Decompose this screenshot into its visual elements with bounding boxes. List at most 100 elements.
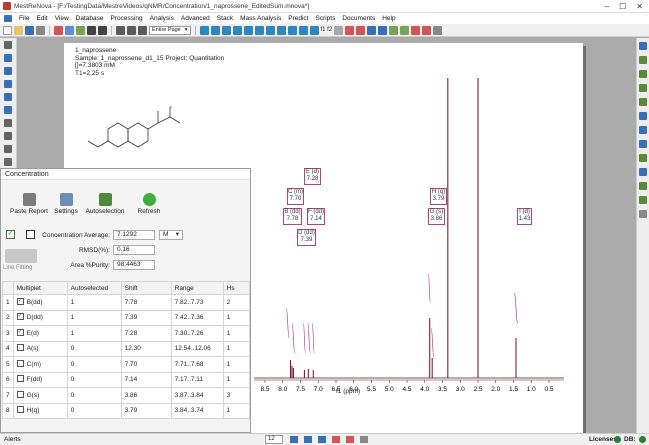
line-icon[interactable] [4,93,12,101]
peak-picking-icon[interactable] [265,25,275,35]
integral-curve[interactable] [430,327,435,359]
range-header[interactable]: Range [170,281,224,295]
menu-file[interactable]: File [19,15,29,22]
menu-analysis[interactable]: Analysis [150,15,174,22]
baseline-icon[interactable] [298,25,308,35]
menu-database[interactable]: Database [76,15,104,22]
multiplet-cell[interactable]: H(q) [12,402,68,419]
multiplet-cell[interactable]: C(m) [12,356,68,373]
multiplet-cell[interactable]: ✓ E(d) [12,325,68,342]
maximize-icon[interactable]: ☐ [619,2,626,11]
fit-icon[interactable] [199,25,209,35]
annotation-e[interactable]: E (d) 7.28 [304,168,321,185]
zoom-icon[interactable] [290,436,298,443]
assignments-icon[interactable] [639,182,647,190]
autoselection-button[interactable]: Autoselection [83,193,127,215]
horizontal-zoom-icon[interactable] [254,25,264,35]
predict-icon[interactable] [422,25,432,35]
menu-processing[interactable]: Processing [111,15,143,22]
phase-icon[interactable] [309,25,319,35]
multiplet-header[interactable]: Multiplet [12,281,68,295]
select-icon[interactable] [138,25,147,35]
multiplet-icon[interactable] [287,25,297,35]
multiplet-cell[interactable]: ✓ D(dd) [12,309,68,326]
lock-icon[interactable] [4,158,12,166]
table-row[interactable]: 4 A(s) 0 12.30 12.54..12.06 1 [2,340,251,357]
data-browser-icon[interactable] [639,140,647,148]
integral-curve[interactable] [427,272,431,304]
align-icon[interactable] [4,132,12,140]
multiplet-checkbox[interactable] [16,359,24,367]
zoom-in-icon[interactable] [116,25,125,35]
annotation-h[interactable]: H (q) 3.79 [430,188,447,205]
more-tools-icon[interactable] [360,436,368,443]
molecule-icon[interactable] [411,25,421,35]
save-icon[interactable] [25,25,34,35]
open-icon[interactable] [14,25,23,35]
highlight-icon[interactable] [346,436,354,443]
table-row[interactable]: 8 H(q) 0 3.79 3.84..3.74 1 [2,402,251,419]
multiplet-checkbox[interactable] [16,406,24,414]
assign-icon[interactable] [400,25,410,35]
integral-curve[interactable] [302,322,306,354]
report-icon[interactable] [367,25,377,35]
vertical-zoom-icon[interactable] [243,25,253,35]
text-icon[interactable] [4,54,12,62]
table-row[interactable]: 3 ✓ E(d) 1 7.28 7.30..7.26 1 [2,325,251,342]
multiplet-cell[interactable]: G(s) [12,387,68,404]
multiplet-checkbox[interactable] [16,375,24,383]
select-all-checkbox[interactable]: ✓ [6,230,15,239]
menu-advanced[interactable]: Advanced [181,15,210,22]
menu-predict[interactable]: Predict [288,15,308,22]
integral-curve[interactable] [285,307,290,339]
concentration-icon[interactable] [639,168,647,176]
concentration-average-field[interactable]: 7.1292 [113,230,155,240]
annotation-f[interactable]: F (dd) 7.14 [307,208,325,225]
annotation-b[interactable]: B (dd) 7.78 [283,208,302,225]
integration-icon[interactable] [276,25,286,35]
full-spectrum-icon[interactable] [210,25,220,35]
integral-curve[interactable] [513,292,519,324]
multiplet-cell[interactable]: A(s) [12,340,68,357]
zoom-out-icon[interactable] [127,25,136,35]
close-icon[interactable]: ✕ [636,2,643,11]
apodization-icon[interactable] [356,25,366,35]
print-icon[interactable] [36,25,45,35]
integral-curve[interactable] [307,322,311,354]
table-row[interactable]: 5 C(m) 0 7.70 7.71..7.68 1 [2,356,251,373]
multiplet-cell[interactable]: F(dd) [12,371,68,388]
menu-stack[interactable]: Stack [217,15,233,22]
integral-curve[interactable] [311,322,315,354]
minimize-icon[interactable]: – [605,2,609,11]
verification-icon[interactable] [639,154,647,162]
unit-select[interactable]: M ▾ [159,230,183,240]
draw-icon[interactable] [304,436,312,443]
pages-icon[interactable] [639,42,647,50]
area-purity-field[interactable]: 98.4463 [113,260,155,270]
ppm-selector-icon[interactable] [334,25,344,35]
annotation-c[interactable]: C (m) 7.70 [287,188,304,205]
menu-help[interactable]: Help [382,15,395,22]
paste-report-button[interactable]: Paste Report [9,193,49,215]
multiplet-checkbox[interactable]: ✓ [16,297,24,305]
multiplets-icon[interactable] [639,70,647,78]
copy-icon[interactable] [65,25,74,35]
pointer-icon[interactable] [4,41,12,49]
group-icon[interactable] [4,119,12,127]
peaks-icon[interactable] [639,84,647,92]
cut-icon[interactable] [54,25,63,35]
table-row[interactable]: 6 F(dd) 0 7.14 7.17..7.11 1 [2,371,251,388]
table-row[interactable]: 2 ✓ D(dd) 1 7.39 7.42..7.36 1 [2,309,251,326]
refresh-button[interactable]: Refresh [131,193,167,215]
font-size-select[interactable]: 12 [265,435,283,444]
integrals-icon[interactable] [639,98,647,106]
annotation-d[interactable]: D (dd) 7.39 [297,229,316,246]
properties-icon[interactable] [639,56,647,64]
annotation-i[interactable]: I (d) 1.43 [517,208,532,225]
color-icon[interactable] [332,436,340,443]
menu-edit[interactable]: Edit [36,15,47,22]
alerts-label[interactable]: Alerts [4,436,21,443]
reaction-icon[interactable] [639,196,647,204]
hs-header[interactable]: Hs [222,281,251,295]
menu-view[interactable]: View [55,15,69,22]
